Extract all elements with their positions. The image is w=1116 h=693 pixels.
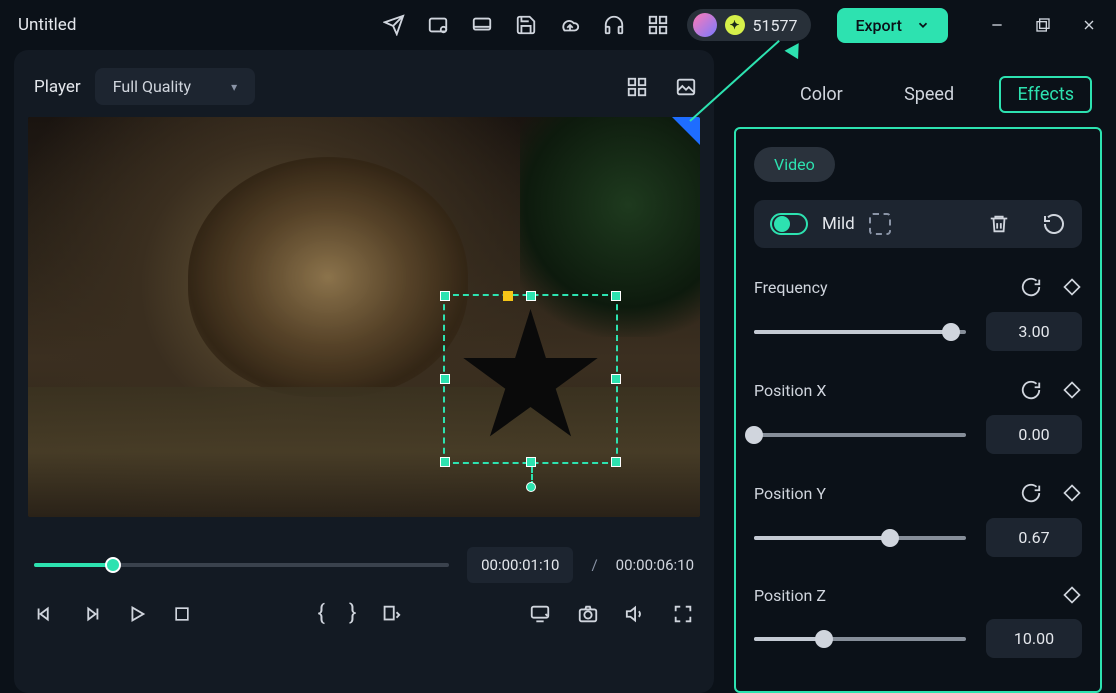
keyframe-icon[interactable] — [1062, 483, 1082, 503]
prev-frame-button[interactable] — [34, 603, 56, 625]
player-controls: { } — [28, 601, 700, 626]
resize-handle-mr[interactable] — [611, 374, 621, 384]
player-label: Player — [34, 77, 81, 97]
tab-effects[interactable]: Effects — [999, 76, 1092, 113]
chevron-down-icon: ▾ — [231, 80, 237, 94]
star-shape[interactable] — [461, 309, 601, 449]
export-button[interactable]: Export — [837, 8, 948, 43]
image-icon[interactable] — [672, 76, 700, 98]
volume-icon[interactable] — [624, 603, 648, 625]
headphones-icon[interactable] — [603, 14, 625, 36]
stop-button[interactable] — [172, 604, 192, 624]
media-icon[interactable] — [427, 14, 449, 36]
player-header: Player Full Quality ▾ — [28, 68, 700, 105]
effect-header: Mild — [754, 200, 1082, 248]
selection-box[interactable] — [443, 294, 618, 464]
maximize-button[interactable] — [1034, 16, 1052, 34]
player-panel: Player Full Quality ▾ — [14, 50, 714, 693]
chevron-down-icon — [916, 18, 930, 32]
reset-effect-icon[interactable] — [1042, 212, 1066, 236]
param-label: Frequency — [754, 278, 828, 297]
snapshot-icon[interactable] — [576, 603, 600, 625]
mask-icon[interactable] — [869, 213, 891, 235]
time-separator: / — [591, 556, 597, 574]
keyframe-icon[interactable] — [1062, 380, 1082, 400]
reset-param-icon[interactable] — [1020, 482, 1042, 504]
reset-param-icon[interactable] — [1020, 379, 1042, 401]
anchor-handle[interactable] — [503, 291, 513, 301]
param-value[interactable]: 0.67 — [986, 518, 1082, 557]
inspector-panel: Color Speed Effects Video Mild Frequency… — [734, 50, 1102, 693]
param-slider[interactable] — [754, 433, 966, 437]
user-avatar — [693, 13, 717, 37]
effect-toggle[interactable] — [770, 213, 808, 235]
param-value[interactable]: 3.00 — [986, 312, 1082, 351]
resize-handle-bl[interactable] — [440, 457, 450, 467]
quality-value: Full Quality — [113, 77, 191, 96]
inspector-tabs: Color Speed Effects — [734, 50, 1102, 127]
resize-handle-mb[interactable] — [526, 457, 536, 467]
next-frame-button[interactable] — [80, 603, 102, 625]
fullscreen-icon[interactable] — [672, 603, 694, 625]
grid-icon[interactable] — [647, 14, 669, 36]
topbar-icons — [383, 14, 669, 36]
param-slider[interactable] — [754, 536, 966, 540]
reset-param-icon[interactable] — [1020, 276, 1042, 298]
close-button[interactable] — [1080, 16, 1098, 34]
rotate-handle[interactable] — [526, 482, 536, 492]
credit-count: 51577 — [753, 16, 798, 35]
scrub-row: 00:00:01:10 / 00:00:06:10 — [28, 547, 700, 583]
effect-name: Mild — [822, 214, 855, 234]
param-frequency: Frequency 3.00 — [754, 276, 1082, 351]
param-position y: Position Y 0.67 — [754, 482, 1082, 557]
keyframe-icon[interactable] — [1062, 277, 1082, 297]
tab-speed[interactable]: Speed — [888, 78, 970, 111]
quality-dropdown[interactable]: Full Quality ▾ — [95, 68, 255, 105]
send-icon[interactable] — [383, 14, 405, 36]
current-time: 00:00:01:10 — [467, 547, 573, 583]
credits-pill[interactable]: ✦ 51577 — [687, 9, 812, 41]
resize-handle-mt[interactable] — [526, 291, 536, 301]
resize-handle-ml[interactable] — [440, 374, 450, 384]
duration-time: 00:00:06:10 — [616, 556, 694, 574]
param-slider[interactable] — [754, 330, 966, 334]
param-label: Position X — [754, 381, 826, 400]
tab-color[interactable]: Color — [784, 78, 859, 111]
delete-effect-icon[interactable] — [988, 213, 1010, 235]
screen-icon[interactable] — [471, 14, 493, 36]
resize-handle-tr[interactable] — [611, 291, 621, 301]
bracket-in-icon[interactable]: { — [318, 601, 325, 626]
minimize-button[interactable] — [988, 16, 1006, 34]
scrubber[interactable] — [34, 563, 449, 567]
effects-body: Video Mild Frequency3.00Position X0.00Po… — [734, 127, 1102, 693]
param-value[interactable]: 0.00 — [986, 415, 1082, 454]
resize-handle-br[interactable] — [611, 457, 621, 467]
topbar: Untitled ✦ 51577 Export — [0, 0, 1116, 50]
window-controls — [988, 16, 1098, 34]
preview-viewport[interactable] — [28, 117, 700, 517]
resize-handle-tl[interactable] — [440, 291, 450, 301]
bracket-out-icon[interactable]: } — [349, 601, 356, 626]
marker-dropdown[interactable] — [380, 603, 402, 625]
display-icon[interactable] — [528, 603, 552, 625]
param-slider[interactable] — [754, 637, 966, 641]
effects-group-pill[interactable]: Video — [754, 147, 835, 182]
play-button[interactable] — [126, 603, 148, 625]
credit-coin-icon: ✦ — [725, 15, 745, 35]
param-value[interactable]: 10.00 — [986, 619, 1082, 658]
param-label: Position Y — [754, 484, 826, 503]
keyframe-icon[interactable] — [1062, 585, 1082, 605]
export-label: Export — [855, 16, 902, 35]
param-label: Position Z — [754, 586, 826, 605]
param-position z: Position Z 10.00 — [754, 585, 1082, 658]
project-title: Untitled — [18, 15, 76, 35]
scrub-thumb[interactable] — [105, 557, 121, 573]
grid-view-icon[interactable] — [624, 76, 650, 98]
param-position x: Position X 0.00 — [754, 379, 1082, 454]
save-icon[interactable] — [515, 14, 537, 36]
cloud-icon[interactable] — [559, 14, 581, 36]
